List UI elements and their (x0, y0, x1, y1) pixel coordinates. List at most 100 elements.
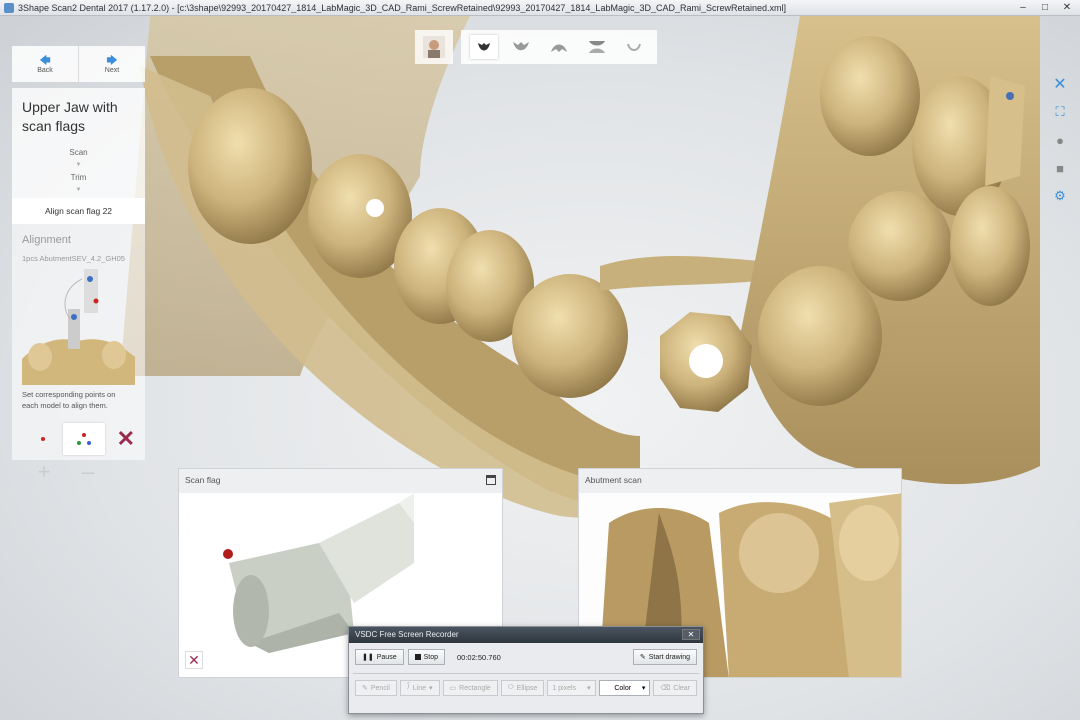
alignment-illustration (22, 269, 135, 385)
drawing-tools: ✎ Pencil ⟌ Line ▾ ▭ Rectangle ⬭ Ellipse … (349, 674, 703, 696)
minimize-icon[interactable]: – (1016, 2, 1030, 14)
red-dot-icon (40, 437, 45, 441)
dropdown-arrow-icon: ▾ (429, 685, 433, 692)
elapsed-time: 00:02:50.760 (457, 652, 501, 662)
stop-button[interactable]: Stop (407, 649, 445, 665)
pause-label: Pause (376, 653, 397, 661)
settings-gear-icon[interactable]: ⚙ (1052, 188, 1068, 204)
close-view-icon[interactable]: ✕ (1052, 76, 1068, 93)
next-button[interactable]: 🡆 Next (79, 46, 145, 82)
window-controls: – □ ✕ (1016, 2, 1080, 14)
start-drawing-button[interactable]: ✎ Start drawing (632, 649, 697, 665)
pencil-icon: ✎ (639, 654, 646, 661)
alignment-item: 1pcs AbutmentSEV_4.2_GH05 (22, 254, 125, 263)
rectangle-label: Rectangle (459, 684, 491, 692)
close-icon[interactable]: ✕ (1060, 2, 1074, 14)
line-tool-button[interactable]: ⟌ Line ▾ (399, 680, 440, 696)
recorder-close-icon[interactable]: ✕ (682, 629, 700, 640)
clear-label: Clear (673, 684, 690, 692)
stop-label: Stop (423, 653, 438, 661)
workflow-title: Upper Jaw with scan flags (12, 88, 145, 144)
pencil-tool-button[interactable]: ✎ Pencil (355, 680, 397, 696)
window-title: 3Shape Scan2 Dental 2017 (1.17.2.0) - [c… (18, 2, 787, 13)
instruction-line2: each model to align them. (22, 401, 108, 410)
ellipse-label: Ellipse (516, 684, 538, 692)
line-label: Line (412, 684, 427, 692)
workflow-title-line2: scan flags (22, 118, 86, 134)
color-label: Color (614, 684, 632, 692)
maximize-window-icon[interactable] (486, 475, 496, 485)
three-dots-icon (76, 433, 91, 445)
start-drawing-label: Start drawing (648, 653, 690, 661)
occlusion-icon[interactable] (583, 35, 611, 59)
eraser-icon: ⌫ (660, 685, 671, 692)
next-label: Next (104, 66, 120, 74)
back-button[interactable]: 🡄 Back (12, 46, 79, 82)
step-down-arrow-icon: ▼ (75, 162, 82, 168)
dropdown-arrow-icon: ▾ (587, 685, 591, 692)
line-width-value: 1 pixels (552, 684, 577, 692)
arrow-left-icon: 🡄 (39, 54, 51, 67)
recorder-controls: ❚❚ Pause Stop 00:02:50.760 ✎ Start drawi… (349, 643, 703, 665)
color-select[interactable]: Color ▾ (598, 680, 651, 696)
step-down-arrow-icon: ▼ (75, 187, 82, 193)
delete-points-icon[interactable]: ✕ (117, 426, 135, 452)
app-icon (4, 2, 14, 13)
step-trim[interactable]: Trim (12, 169, 145, 186)
scan-flag-title: Scan flag (185, 475, 221, 485)
recorder-title: VSDC Free Screen Recorder (355, 630, 459, 639)
antagonist-icon[interactable] (620, 35, 648, 59)
patient-face-icon (423, 36, 445, 58)
3d-viewport[interactable]: 🡄 Back 🡆 Next Upper Jaw with scan flags … (0, 16, 1080, 720)
right-toolbar: ✕ ⛶ ● ■ ⚙ (1052, 76, 1068, 204)
line-tool-icon: ⟌ (406, 684, 410, 691)
pause-button[interactable]: ❚❚ Pause (355, 649, 404, 665)
alignment-illustration-icon (22, 269, 135, 385)
pencil-label: Pencil (370, 684, 390, 692)
view-toolbar (415, 30, 657, 64)
step-align-scan-flag[interactable]: Align scan flag 22 (12, 198, 145, 224)
point-mode-row: ✕ (22, 423, 135, 455)
plus-icon[interactable]: + (22, 457, 66, 487)
fit-view-icon[interactable]: ⛶ (1052, 104, 1068, 120)
abutment-scan-header: Abutment scan (579, 469, 901, 493)
workflow-card: Upper Jaw with scan flags Scan ▼ Trim ▼ … (12, 88, 145, 224)
step-scan[interactable]: Scan (12, 144, 145, 161)
ellipse-tool-button[interactable]: ⬭ Ellipse (500, 680, 545, 696)
zoom-row: + – (22, 457, 135, 487)
scan-flag-header: Scan flag (179, 469, 502, 493)
dropdown-arrow-icon: ▾ (641, 685, 646, 692)
maximize-icon[interactable]: □ (1038, 2, 1052, 14)
clear-button[interactable]: ⌫ Clear (653, 680, 697, 696)
stop-icon (414, 654, 421, 660)
dental-model-render[interactable] (0, 16, 1080, 720)
alignment-card: Alignment 1pcs AbutmentSEV_4.2_GH05 Set … (12, 224, 145, 484)
instruction-line1: Set corresponding points on (22, 390, 116, 399)
line-width-select[interactable]: 1 pixels ▾ (547, 680, 596, 696)
rectangle-tool-button[interactable]: ▭ Rectangle (442, 680, 498, 696)
nav-row: 🡄 Back 🡆 Next (12, 46, 145, 82)
upper-jaw-icon[interactable] (507, 35, 535, 59)
patient-photo-button[interactable] (415, 30, 453, 64)
recorder-titlebar[interactable]: VSDC Free Screen Recorder ✕ (349, 627, 703, 643)
lower-jaw-icon[interactable] (545, 35, 573, 59)
clipping-icon[interactable]: ■ (1052, 160, 1068, 176)
minus-icon[interactable]: – (66, 457, 110, 487)
three-point-button[interactable] (63, 423, 105, 455)
pause-icon: ❚❚ (362, 654, 374, 661)
title-bar: 3Shape Scan2 Dental 2017 (1.17.2.0) - [c… (0, 0, 1080, 16)
rectangle-tool-icon: ▭ (449, 685, 457, 692)
arrow-right-icon: 🡆 (106, 54, 118, 67)
pencil-tool-icon: ✎ (362, 685, 368, 692)
model-selector-group (461, 30, 657, 64)
workflow-title-line1: Upper Jaw with (22, 99, 118, 115)
abutment-scan-title: Abutment scan (585, 475, 642, 485)
model-view-icon[interactable]: ● (1052, 132, 1068, 148)
screen-recorder-window[interactable]: VSDC Free Screen Recorder ✕ ❚❚ Pause Sto… (348, 626, 704, 714)
alignment-instruction: Set corresponding points on each model t… (22, 389, 135, 411)
upper-jaw-dark-icon[interactable] (469, 35, 498, 59)
single-point-button[interactable] (22, 423, 63, 455)
wizard-panel: 🡄 Back 🡆 Next Upper Jaw with scan flags … (12, 46, 145, 508)
ellipse-tool-icon: ⬭ (507, 684, 514, 691)
close-scan-flag-icon[interactable]: ✕ (185, 651, 203, 669)
